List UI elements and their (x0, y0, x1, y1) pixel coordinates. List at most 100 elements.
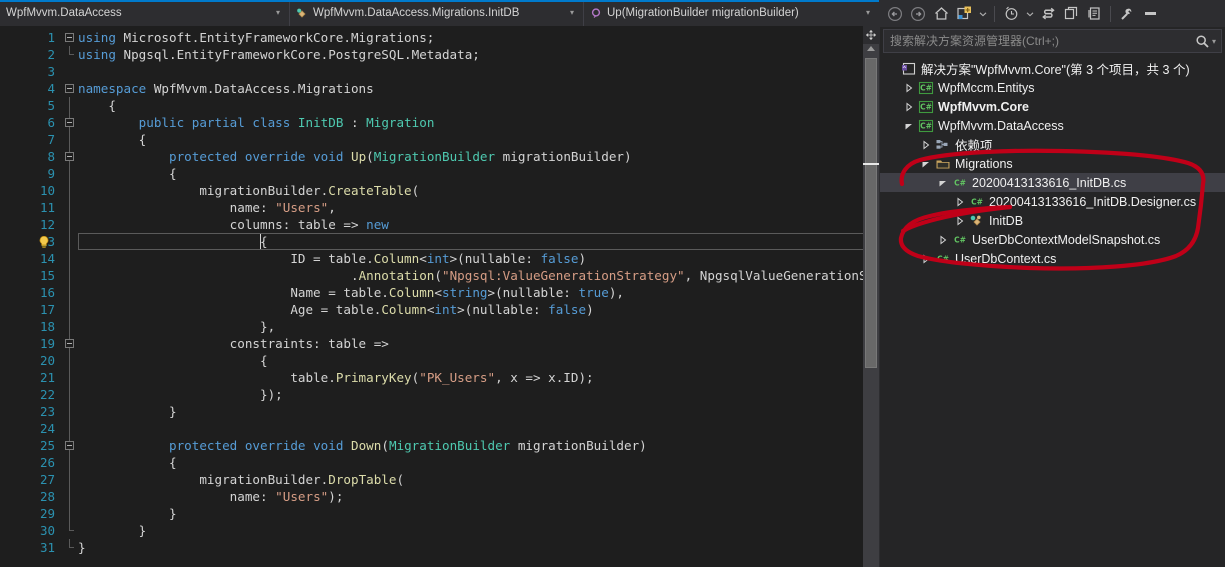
code-line[interactable]: } (78, 522, 879, 539)
home-button[interactable] (930, 3, 952, 25)
code-line[interactable]: using Npgsql.EntityFrameworkCore.Postgre… (78, 46, 879, 63)
member-scope-combo[interactable]: Up(MigrationBuilder migrationBuilder) ▾ (584, 0, 879, 26)
chevron-down-icon[interactable] (901, 121, 917, 131)
code-line[interactable]: { (78, 165, 879, 182)
tree-item[interactable]: Migrations (880, 154, 1225, 173)
code-folding-column[interactable] (62, 26, 78, 567)
tree-item[interactable]: 解决方案"WpfMvvm.Core"(第 3 个项目，共 3 个) (880, 59, 1225, 78)
back-button[interactable] (884, 3, 906, 25)
code-line[interactable]: protected override void Down(MigrationBu… (78, 437, 879, 454)
chevron-down-icon[interactable]: ▾ (565, 9, 579, 17)
chevron-down-icon[interactable]: ▾ (861, 9, 875, 17)
chevron-right-icon[interactable] (952, 196, 968, 207)
sync-with-active-document-button[interactable] (953, 3, 975, 25)
filter-dropdown-arrow[interactable] (1023, 3, 1036, 25)
chevron-right-icon[interactable] (935, 234, 951, 245)
scroll-up-arrow[interactable] (867, 46, 875, 51)
code-line[interactable]: { (78, 352, 879, 369)
preview-selected-items-button[interactable] (1139, 3, 1161, 25)
tree-item[interactable]: InitDB (880, 211, 1225, 230)
editor-body[interactable]: 1 2 3 4 5 6 7 8 9 10 11 12 13 14 15 16 17 18 19 20 21 22 23 24 2… (0, 26, 879, 567)
code-line[interactable]: }); (78, 386, 879, 403)
fold-cell[interactable] (62, 29, 78, 46)
code-line[interactable]: { (78, 97, 879, 114)
pending-changes-filter-button[interactable] (1000, 3, 1022, 25)
fold-cell[interactable] (62, 437, 78, 454)
code-line[interactable] (78, 63, 879, 80)
code-line[interactable]: migrationBuilder.DropTable( (78, 471, 879, 488)
fold-cell[interactable] (62, 80, 78, 97)
collapse-region-button[interactable] (65, 84, 74, 93)
properties-wrench-icon[interactable] (1116, 3, 1138, 25)
sync-dropdown-arrow[interactable] (976, 3, 989, 25)
collapse-region-button[interactable] (65, 33, 74, 42)
code-line[interactable]: Name = table.Column<string>(nullable: tr… (78, 284, 879, 301)
chevron-right-icon[interactable] (918, 139, 934, 150)
show-all-files-button[interactable] (1083, 3, 1105, 25)
code-line[interactable]: } (78, 403, 879, 420)
chevron-right-icon[interactable] (952, 215, 968, 226)
collapse-region-button[interactable] (65, 441, 74, 450)
refresh-button[interactable] (1037, 3, 1059, 25)
code-line[interactable]: namespace WpfMvvm.DataAccess.Migrations (78, 80, 879, 97)
search-input[interactable] (890, 34, 1195, 48)
code-line[interactable]: public partial class InitDB : Migration (78, 114, 879, 131)
code-line[interactable]: Age = table.Column<int>(nullable: false) (78, 301, 879, 318)
code-line[interactable]: table.PrimaryKey("PK_Users", x => x.ID); (78, 369, 879, 386)
chevron-right-icon[interactable] (918, 253, 934, 264)
code-line[interactable]: columns: table => new (78, 216, 879, 233)
fold-guide-line (69, 369, 70, 386)
solution-explorer-tree[interactable]: 解决方案"WpfMvvm.Core"(第 3 个项目，共 3 个) C# WpfMc… (880, 56, 1225, 567)
source-code-text[interactable]: using Microsoft.EntityFrameworkCore.Migr… (78, 26, 879, 567)
code-line[interactable]: { (78, 131, 879, 148)
chevron-down-icon[interactable] (918, 159, 934, 169)
type-scope-combo[interactable]: WpfMvvm.DataAccess.Migrations.InitDB ▾ (290, 0, 584, 26)
code-line[interactable]: migrationBuilder.CreateTable( (78, 182, 879, 199)
tree-item[interactable]: C# WpfMccm.Entitys (880, 78, 1225, 97)
chevron-right-icon[interactable] (901, 82, 917, 93)
code-line[interactable]: } (78, 505, 879, 522)
tree-item-selected[interactable]: C# 20200413133616_InitDB.cs (880, 173, 1225, 192)
search-options-chevron-icon[interactable]: ▾ (1210, 37, 1219, 46)
code-line[interactable]: } (78, 539, 879, 556)
collapse-region-button[interactable] (65, 339, 74, 348)
chevron-down-icon[interactable] (935, 178, 951, 188)
code-line[interactable]: constraints: table => (78, 335, 879, 352)
tree-item[interactable]: C# UserDbContextModelSnapshot.cs (880, 230, 1225, 249)
code-line[interactable]: { (78, 454, 879, 471)
tree-item[interactable]: 依赖项 (880, 135, 1225, 154)
solution-explorer-search-box[interactable]: ▾ (883, 29, 1222, 53)
fold-cell[interactable] (62, 148, 78, 165)
fold-cell[interactable] (62, 114, 78, 131)
tree-item[interactable]: C# 20200413133616_InitDB.Designer.cs (880, 192, 1225, 211)
chevron-down-icon[interactable]: ▾ (271, 9, 285, 17)
code-line[interactable]: }, (78, 318, 879, 335)
tree-item[interactable]: C# WpfMvvm.DataAccess (880, 116, 1225, 135)
code-token: PrimaryKey (335, 370, 412, 385)
tree-item[interactable]: C# UserDbContext.cs (880, 249, 1225, 268)
code-line[interactable]: ID = table.Column<int>(nullable: false) (78, 250, 879, 267)
collapse-region-button[interactable] (65, 152, 74, 161)
svg-text:C#: C# (920, 102, 932, 111)
collapse-region-button[interactable] (65, 118, 74, 127)
forward-button[interactable] (907, 3, 929, 25)
search-icon[interactable] (1195, 34, 1210, 49)
collapse-all-button[interactable] (1060, 3, 1082, 25)
chevron-right-icon[interactable] (901, 101, 917, 112)
editor-split-grip[interactable] (863, 26, 879, 44)
editor-vertical-scrollbar[interactable] (863, 26, 879, 567)
code-line[interactable]: .Annotation("Npgsql:ValueGenerationStrat… (78, 267, 879, 284)
current-code-line[interactable]: { (78, 233, 879, 250)
code-line[interactable] (78, 420, 879, 437)
fold-cell[interactable] (62, 335, 78, 352)
project-scope-combo[interactable]: WpfMvvm.DataAccess ▾ (0, 0, 290, 26)
code-line[interactable]: using Microsoft.EntityFrameworkCore.Migr… (78, 29, 879, 46)
code-line[interactable]: name: "Users"); (78, 488, 879, 505)
code-line[interactable]: name: "Users", (78, 199, 879, 216)
code-line[interactable]: protected override void Up(MigrationBuil… (78, 148, 879, 165)
line-number: 19 (39, 336, 55, 351)
code-token: ( (396, 472, 405, 487)
scrollbar-thumb[interactable] (865, 58, 877, 368)
tree-item[interactable]: C# WpfMvvm.Core (880, 97, 1225, 116)
